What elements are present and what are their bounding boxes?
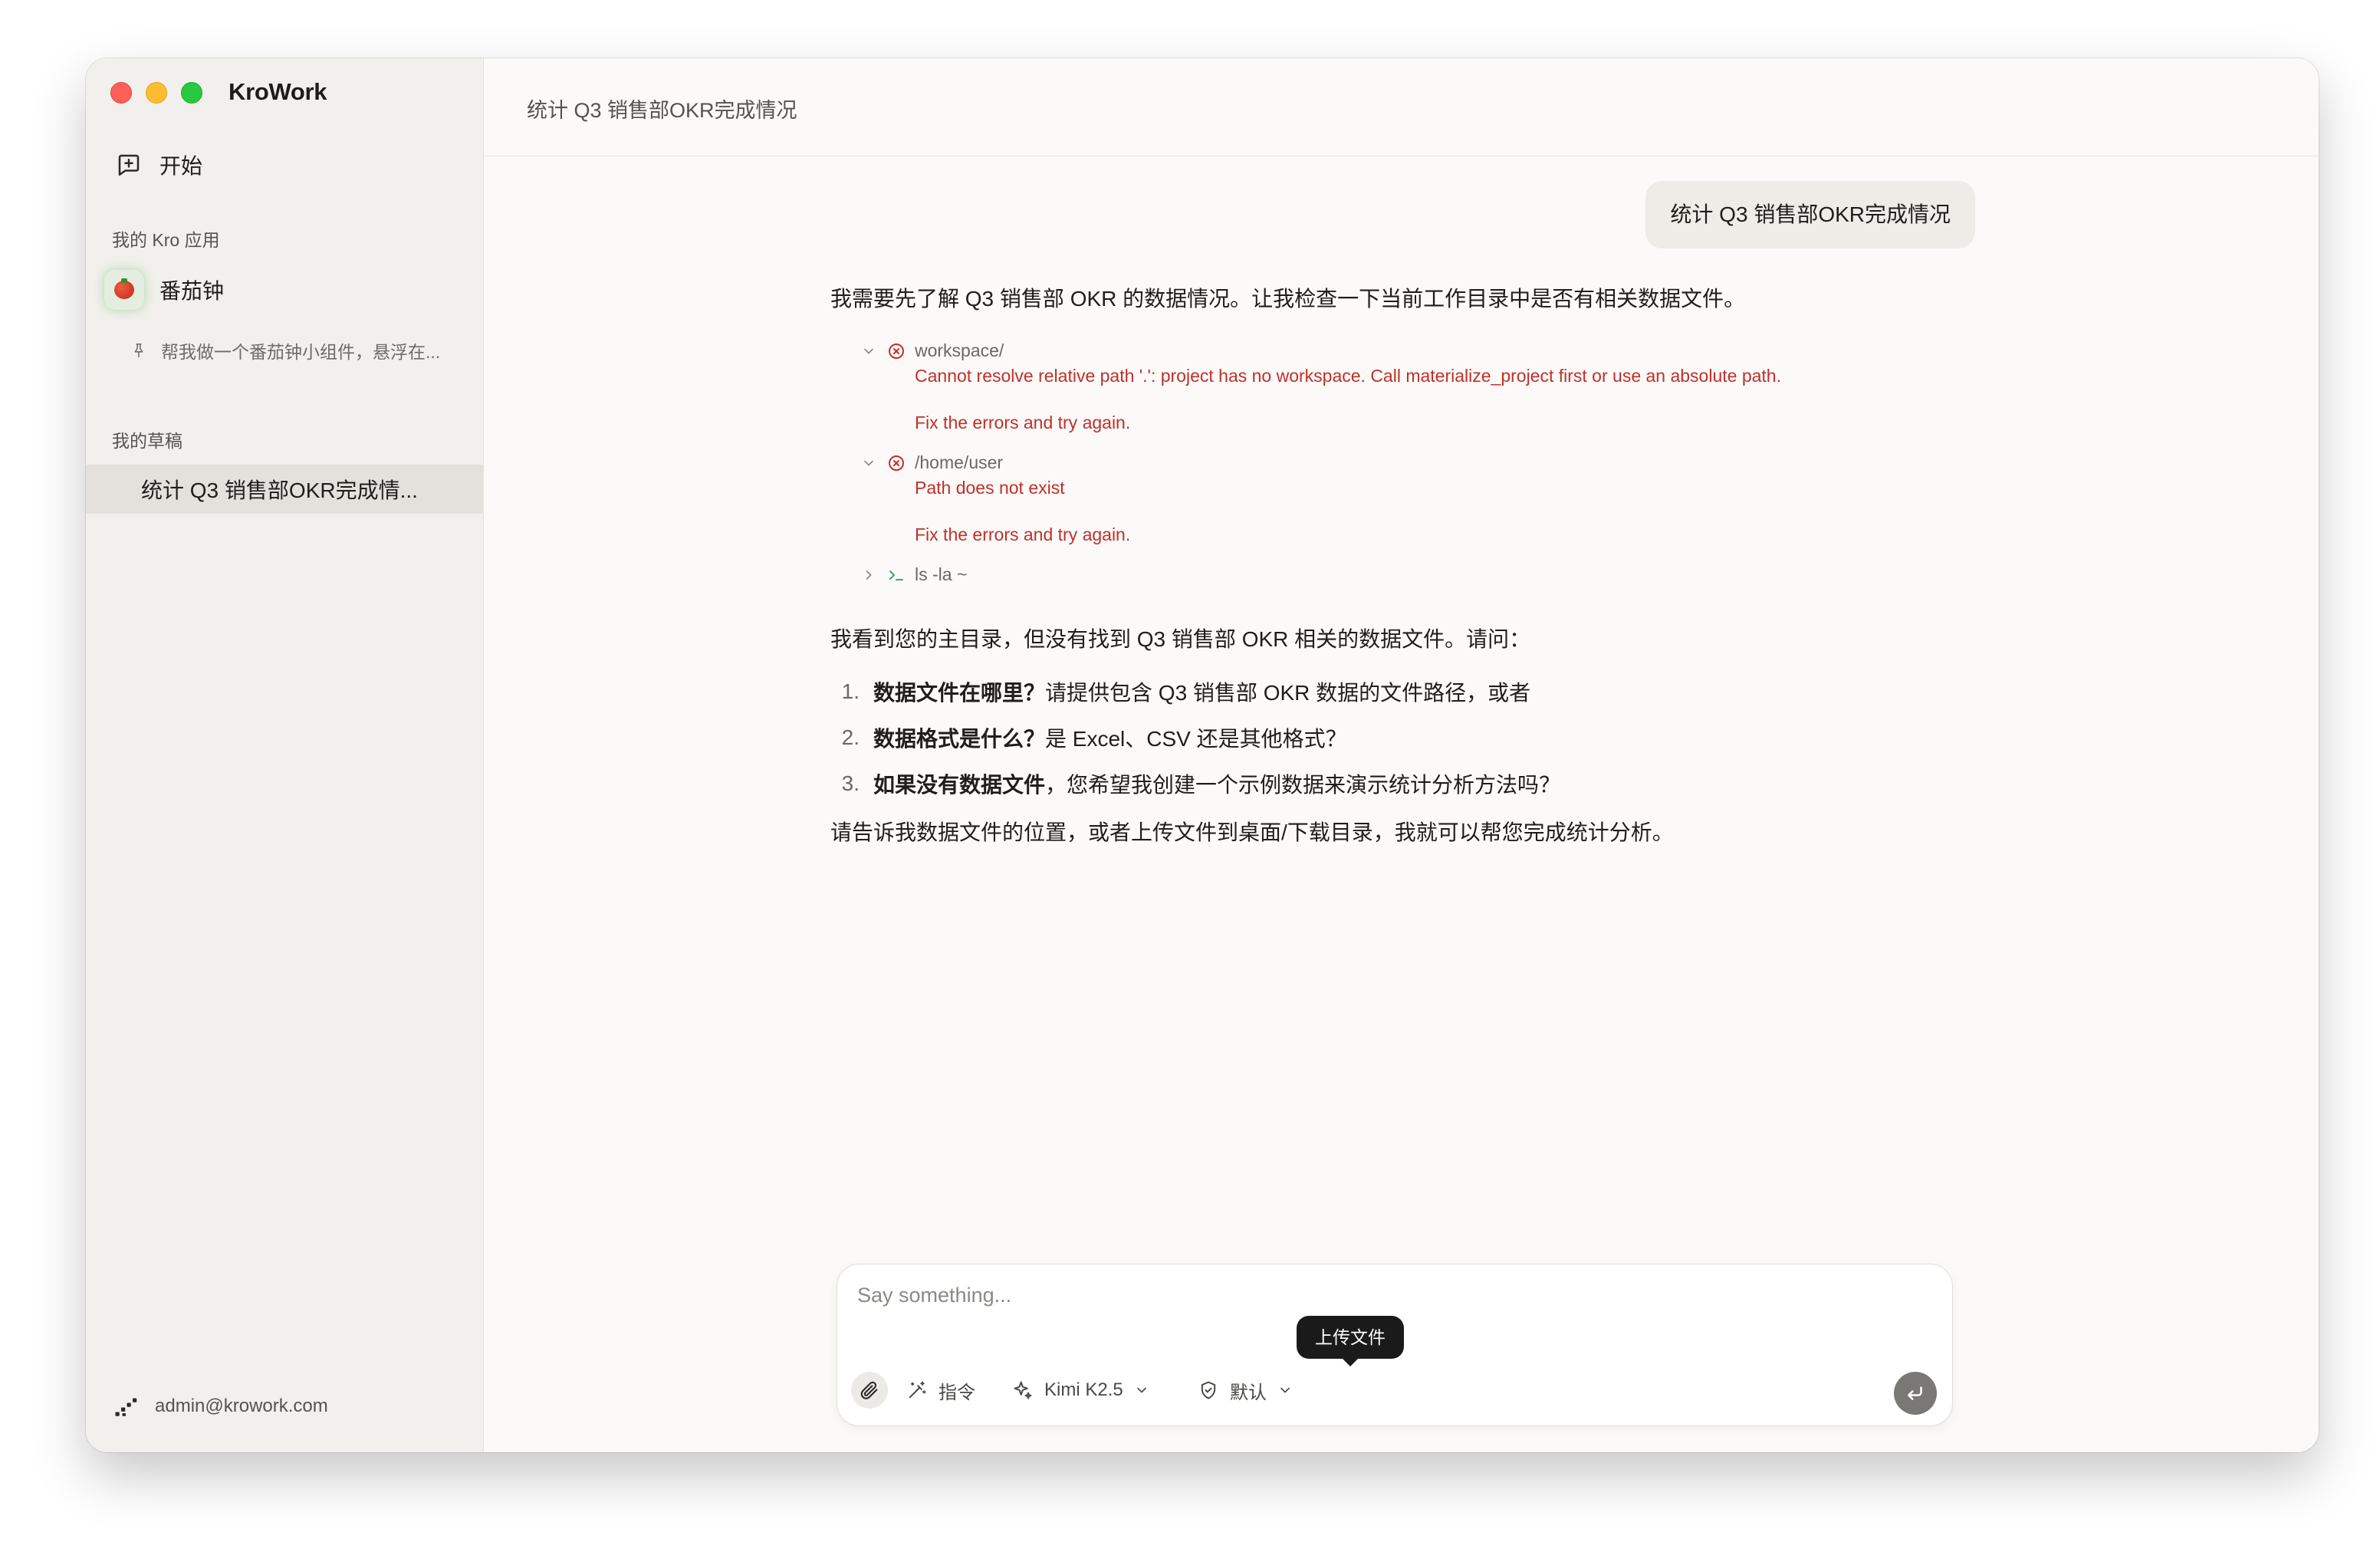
user-message-bubble: 统计 Q3 销售部OKR完成情况: [1645, 181, 1975, 248]
attach-file-button[interactable]: [851, 1372, 888, 1409]
apps-section-label: 我的 Kro 应用: [112, 230, 220, 250]
chevron-down-icon: [1280, 1387, 1290, 1393]
tool-call-home-user[interactable]: /home/user Path does not exist Fix the e…: [861, 452, 1130, 545]
permission-label: 默认: [1230, 1382, 1267, 1403]
model-selector[interactable]: Kimi K2.5: [1012, 1372, 1149, 1409]
list-item-bold: 数据文件在哪里？: [873, 681, 1046, 705]
tool-call-hint: Fix the errors and try again.: [915, 413, 1131, 432]
start-label: 开始: [159, 154, 203, 178]
app-item-label: 番茄钟: [159, 279, 225, 303]
app-item-subtitle: 帮我做一个番茄钟小组件，悬浮在...: [161, 342, 441, 362]
tool-call-name: /home/user: [915, 452, 1004, 472]
tool-call-error: Path does not exist: [915, 478, 1065, 498]
list-item-text: 请提供包含 Q3 销售部 OKR 数据的文件路径，或者: [1045, 681, 1531, 705]
tool-call-hint: Fix the errors and try again.: [915, 524, 1131, 544]
message-input[interactable]: [857, 1278, 1854, 1312]
command-button[interactable]: 指令: [906, 1372, 975, 1409]
list-item-text: ，您希望我创建一个示例数据来演示统计分析方法吗？: [1045, 773, 1561, 797]
assistant-followup: 我看到您的主目录，但没有找到 Q3 销售部 OKR 相关的数据文件。请问：: [830, 627, 1531, 651]
list-item-number: 3.: [841, 771, 860, 795]
sidebar: KroWork 开始 我的 Kro 应用 番茄钟 帮我做一个番茄钟小组件，悬浮在…: [86, 58, 483, 1452]
zoom-window-button[interactable]: [181, 82, 202, 104]
chevron-right-icon[interactable]: [861, 567, 876, 583]
list-item-bold: 数据格式是什么？: [873, 727, 1046, 751]
account-email: admin@krowork.com: [155, 1396, 328, 1416]
page-title: 统计 Q3 销售部OKR完成情况: [527, 99, 797, 122]
list-item: 2. 数据格式是什么？ 是 Excel、CSV 还是其他格式？: [830, 715, 1560, 761]
start-button[interactable]: 开始: [109, 144, 339, 186]
minimize-window-button[interactable]: [146, 82, 167, 104]
sparkle-icon: [1014, 1381, 1032, 1399]
main-header: 统计 Q3 销售部OKR完成情况: [484, 58, 2319, 156]
app-window: KroWork 开始 我的 Kro 应用 番茄钟 帮我做一个番茄钟小组件，悬浮在…: [86, 58, 2319, 1452]
account-icon: [115, 1398, 137, 1416]
permission-selector[interactable]: 默认: [1198, 1372, 1293, 1409]
chevron-down-icon[interactable]: [861, 344, 876, 359]
tool-call-name: ls -la ~: [915, 564, 968, 584]
list-item: 1. 数据文件在哪里？ 请提供包含 Q3 销售部 OKR 数据的文件路径，或者: [830, 669, 1560, 715]
chevron-down-icon: [1136, 1387, 1146, 1393]
tomato-icon: [104, 270, 144, 310]
chevron-down-icon[interactable]: [861, 455, 876, 471]
command-label: 指令: [939, 1382, 975, 1403]
assistant-closing: 请告诉我数据文件的位置，或者上传文件到桌面/下载目录，我就可以帮您完成统计分析。: [830, 820, 1674, 844]
question-list: 1. 数据文件在哪里？ 请提供包含 Q3 销售部 OKR 数据的文件路径，或者 …: [830, 669, 1560, 807]
draft-item-label: 统计 Q3 销售部OKR完成情...: [141, 478, 418, 502]
main-panel: 统计 Q3 销售部OKR完成情况 统计 Q3 销售部OKR完成情况 我需要先了解…: [483, 58, 2319, 1452]
close-window-button[interactable]: [110, 82, 132, 104]
attach-file-tooltip: 上传文件: [1297, 1316, 1404, 1366]
list-item-bold: 如果没有数据文件: [873, 773, 1046, 797]
tool-call-name: workspace/: [915, 340, 1004, 360]
error-circle-icon: [889, 343, 904, 359]
assistant-intro: 我需要先了解 Q3 销售部 OKR 的数据情况。让我检查一下当前工作目录中是否有…: [830, 287, 1746, 311]
list-item-text: 是 Excel、CSV 还是其他格式？: [1045, 727, 1347, 751]
error-circle-icon: [889, 455, 904, 471]
account-button[interactable]: admin@krowork.com: [112, 1393, 328, 1420]
new-chat-icon: [118, 154, 140, 176]
tool-call-workspace[interactable]: workspace/ Cannot resolve relative path …: [861, 340, 1781, 433]
sidebar-item-draft[interactable]: 统计 Q3 销售部OKR完成情...: [86, 465, 483, 514]
app-title: KroWork: [228, 78, 327, 105]
send-button[interactable]: [1894, 1372, 1937, 1415]
app-item-subtitle-row[interactable]: 帮我做一个番茄钟小组件，悬浮在...: [130, 337, 468, 363]
magic-wand-icon: [909, 1381, 926, 1399]
tool-call-ls[interactable]: ls -la ~: [861, 564, 967, 585]
list-item: 3. 如果没有数据文件 ，您希望我创建一个示例数据来演示统计分析方法吗？: [830, 761, 1560, 807]
list-item-number: 1.: [841, 679, 860, 703]
paperclip-icon: [860, 1381, 878, 1399]
terminal-icon: [889, 570, 903, 580]
pin-icon: [134, 343, 143, 358]
model-label: Kimi K2.5: [1044, 1379, 1123, 1400]
shield-icon: [1201, 1381, 1216, 1399]
tool-call-error: Cannot resolve relative path '.': projec…: [915, 366, 1781, 386]
send-icon: [1908, 1386, 1922, 1400]
list-item-number: 2.: [841, 725, 860, 749]
sidebar-item-tomato-timer[interactable]: 番茄钟: [104, 264, 457, 316]
drafts-section-label: 我的草稿: [112, 431, 182, 451]
